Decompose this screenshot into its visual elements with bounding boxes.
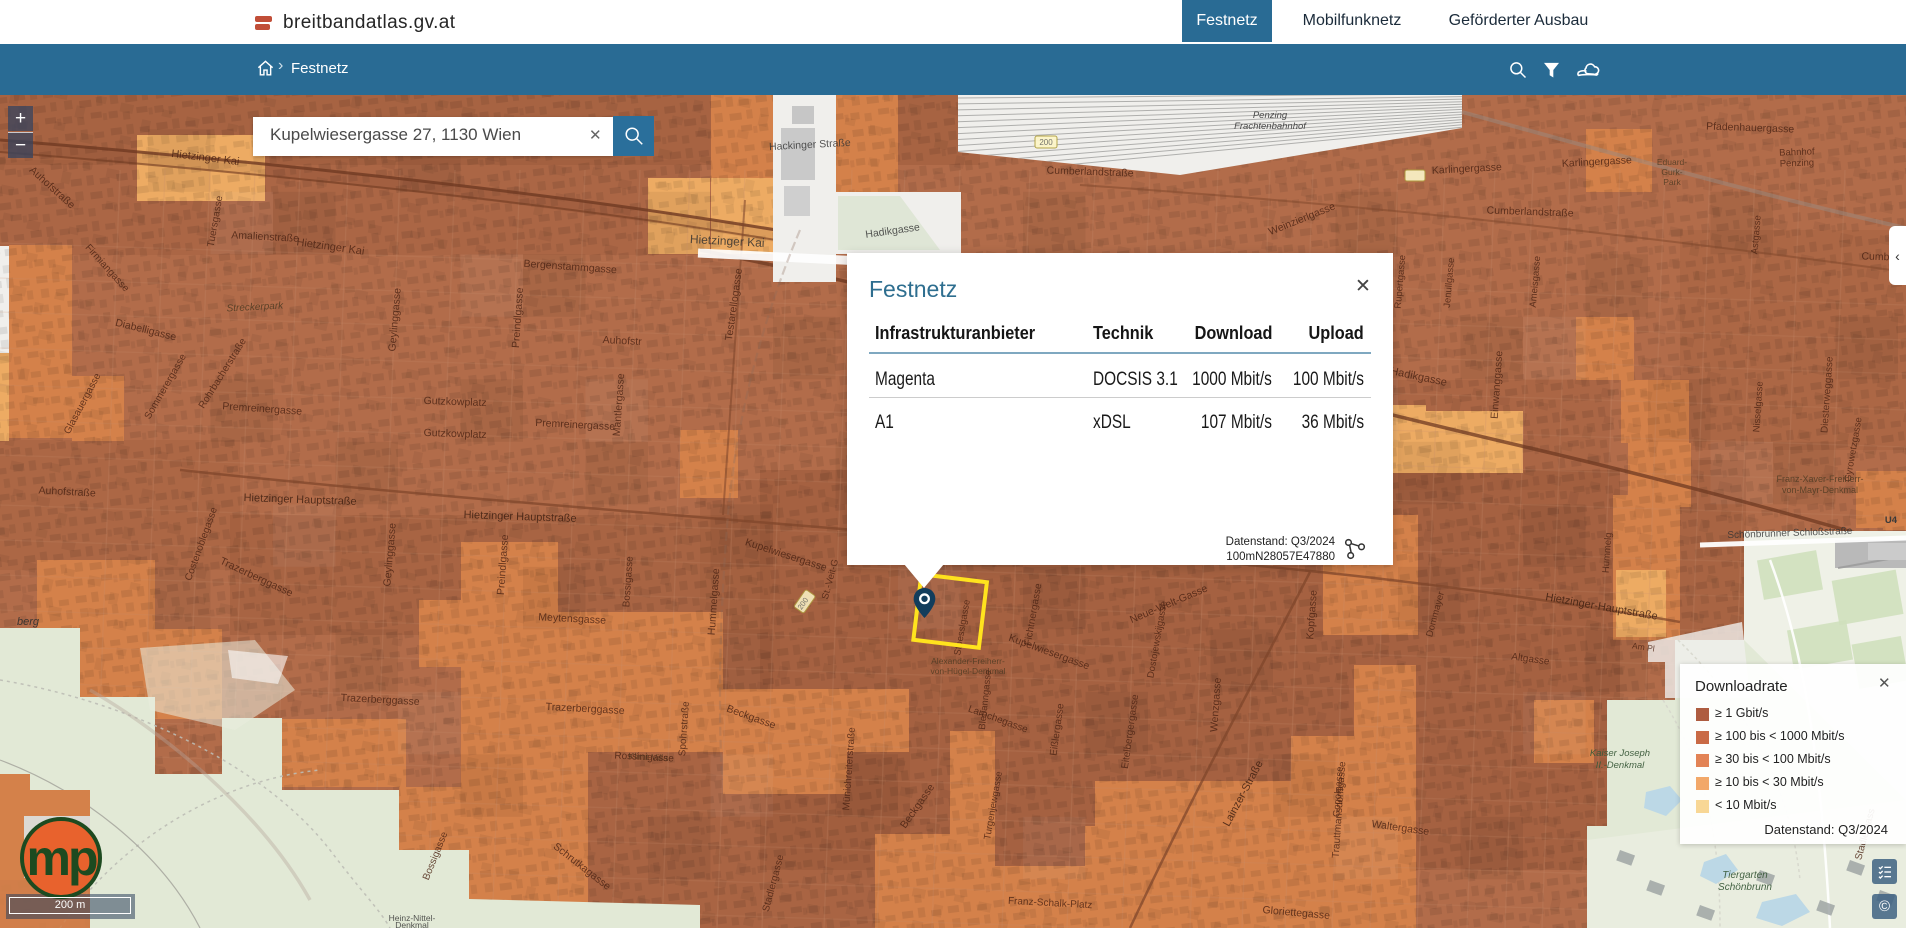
svg-text:von-Hügel-Denkmal: von-Hügel-Denkmal <box>930 666 1005 676</box>
svg-text:von-Mayr-Denkmal: von-Mayr-Denkmal <box>1782 485 1858 495</box>
svg-text:Denkmal: Denkmal <box>395 920 429 928</box>
svg-text:Eduard-: Eduard- <box>1657 157 1687 167</box>
svg-text:Gurk-: Gurk- <box>1661 167 1682 177</box>
svg-text:Frachtenbahnhof: Frachtenbahnhof <box>1234 121 1307 132</box>
svg-text:Penzing: Penzing <box>1780 157 1815 169</box>
svg-text:U4: U4 <box>1885 515 1898 526</box>
svg-text:200: 200 <box>1039 138 1053 147</box>
svg-text:II.-Denkmal: II.-Denkmal <box>1596 760 1645 771</box>
svg-text:Kaiser Joseph: Kaiser Joseph <box>1590 748 1650 759</box>
svg-text:Penzing: Penzing <box>1253 110 1288 121</box>
svg-text:Franz-Xaver-Freiherr-: Franz-Xaver-Freiherr- <box>1776 474 1863 484</box>
svg-text:Gutzkowplatz: Gutzkowplatz <box>423 395 486 409</box>
svg-text:Schönbrunn: Schönbrunn <box>1718 882 1772 893</box>
svg-text:Tiergarten: Tiergarten <box>1722 870 1768 881</box>
svg-text:Park: Park <box>1663 177 1681 187</box>
svg-text:berg: berg <box>17 616 40 628</box>
svg-text:Auhofstr: Auhofstr <box>602 334 642 348</box>
svg-text:Gutzkowplatz: Gutzkowplatz <box>423 427 486 441</box>
svg-text:Alexander-Freiherr-: Alexander-Freiherr- <box>931 656 1005 666</box>
